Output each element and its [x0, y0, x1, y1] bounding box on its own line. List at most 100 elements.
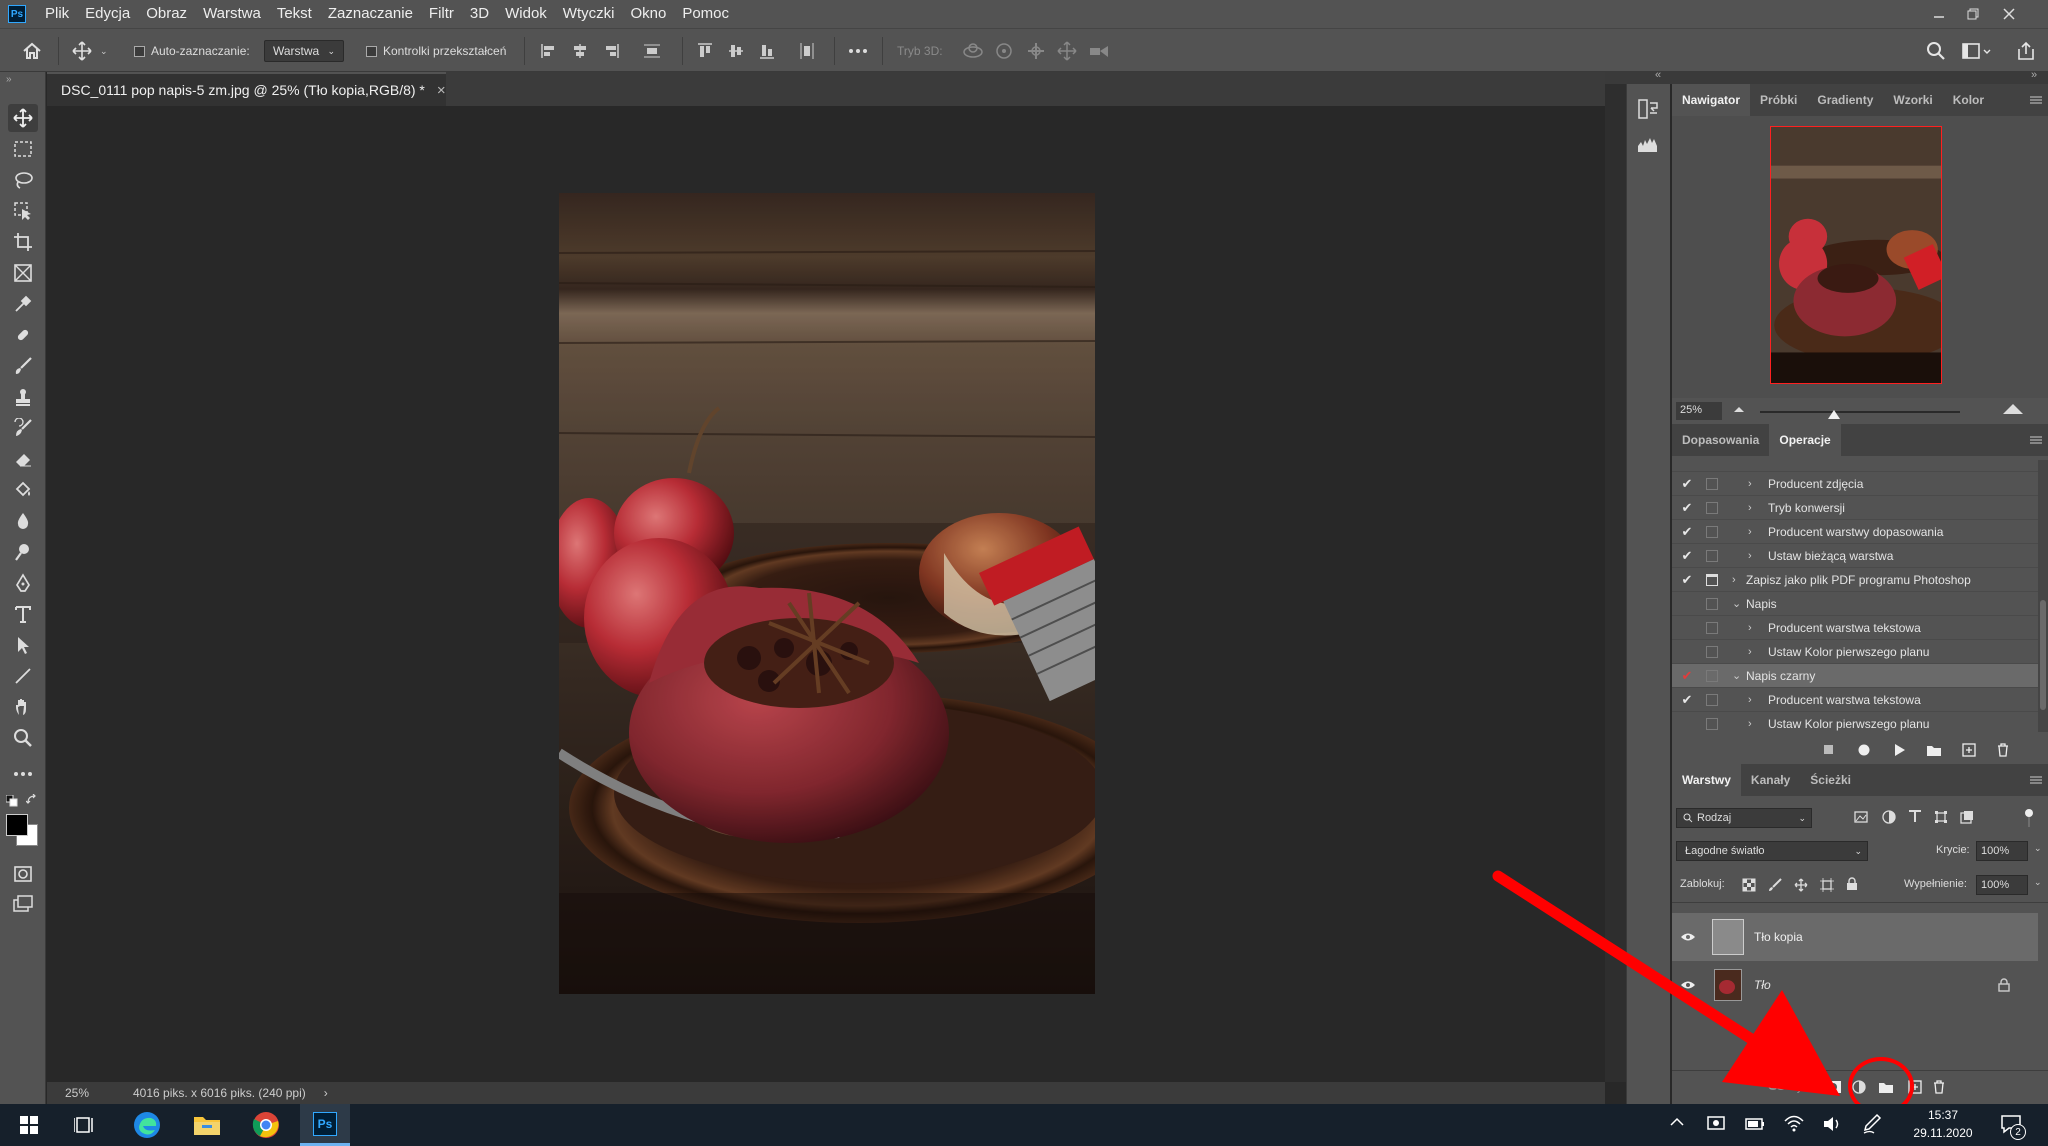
- history-panel-icon[interactable]: [1637, 98, 1659, 120]
- record-icon[interactable]: [1858, 744, 1870, 756]
- filter-shape-icon[interactable]: [1934, 810, 1948, 824]
- clone-stamp-tool-icon[interactable]: [8, 383, 38, 411]
- crop-tool-icon[interactable]: [8, 228, 38, 256]
- chevron-right-icon[interactable]: ›: [1748, 478, 1752, 490]
- chevron-right-icon[interactable]: ›: [1748, 550, 1752, 562]
- pen-tray-icon[interactable]: [1862, 1113, 1882, 1135]
- move-tool-preset-icon[interactable]: ⌄: [72, 29, 108, 73]
- tab-warstwy[interactable]: Warstwy: [1672, 764, 1741, 796]
- brush-tool-icon[interactable]: [8, 352, 38, 380]
- more-options-icon[interactable]: [848, 29, 868, 73]
- dialog-toggle-box[interactable]: [1706, 525, 1718, 538]
- stop-icon[interactable]: [1824, 745, 1834, 755]
- delete-layer-icon[interactable]: [1932, 1080, 1946, 1094]
- dialog-toggle-box[interactable]: [1706, 717, 1718, 730]
- edge-browser-icon[interactable]: [122, 1104, 172, 1146]
- new-action-icon[interactable]: [1962, 743, 1976, 757]
- operation-row[interactable]: ✔ › Producent warstwa tekstowa: [1672, 688, 2038, 712]
- zoom-in-icon[interactable]: [2002, 402, 2024, 416]
- play-icon[interactable]: [1894, 744, 1906, 756]
- operation-row[interactable]: ✔ › Zapisz jako plik PDF programu Photosho…: [1672, 568, 2038, 592]
- chevron-right-icon[interactable]: ›: [1748, 718, 1752, 730]
- hand-tool-icon[interactable]: [8, 693, 38, 721]
- blur-tool-icon[interactable]: [8, 507, 38, 535]
- filter-type-icon[interactable]: [1908, 809, 1922, 823]
- tab-kanaly[interactable]: Kanały: [1741, 764, 1800, 796]
- operation-enabled-checkmark[interactable]: ✔: [1680, 476, 1694, 492]
- operation-row[interactable]: › Ustaw Kolor pierwszego planu: [1672, 712, 2038, 732]
- zoom-tool-icon[interactable]: [8, 724, 38, 752]
- fill-chevron-icon[interactable]: ⌄: [2034, 877, 2042, 888]
- align-middle-v-icon[interactable]: [727, 29, 745, 73]
- wifi-icon[interactable]: [1784, 1114, 1804, 1132]
- minimize-icon[interactable]: [1922, 0, 1956, 28]
- zoom-out-icon[interactable]: [1732, 404, 1746, 414]
- operation-row[interactable]: ✔ ⌄ Napis czarny: [1672, 664, 2038, 688]
- distribute-v-icon[interactable]: [798, 29, 816, 73]
- path-selection-tool-icon[interactable]: [8, 631, 38, 659]
- operation-row[interactable]: › Producent warstwa tekstowa: [1672, 616, 2038, 640]
- layers-menu-icon[interactable]: [2030, 764, 2042, 796]
- dialog-toggle-box[interactable]: [1706, 693, 1718, 706]
- navigator-menu-icon[interactable]: [2030, 84, 2042, 116]
- chevron-right-icon[interactable]: ›: [1748, 502, 1752, 514]
- auto-select-dropdown[interactable]: Warstwa ⌄: [264, 40, 344, 62]
- operation-enabled-checkmark[interactable]: ✔: [1680, 524, 1694, 540]
- close-icon[interactable]: [1992, 0, 2026, 28]
- operation-row[interactable]: ⌄ Napis: [1672, 592, 2038, 616]
- battery-icon[interactable]: [1744, 1116, 1766, 1132]
- operation-enabled-checkmark[interactable]: ✔: [1680, 692, 1694, 708]
- menu-warstwa[interactable]: Warstwa: [196, 0, 270, 28]
- operation-row[interactable]: ✔ › Producent zdjęcia: [1672, 472, 2038, 496]
- chevron-right-icon[interactable]: ›: [1748, 646, 1752, 658]
- menu-tekst[interactable]: Tekst: [270, 0, 321, 28]
- taskbar-date[interactable]: 29.11.2020: [1900, 1126, 1986, 1140]
- object-selection-tool-icon[interactable]: [8, 197, 38, 225]
- document-tab[interactable]: DSC_0111 pop napis-5 zm.jpg @ 25% (Tło k…: [47, 72, 446, 106]
- navigator-zoom-input[interactable]: 25%: [1676, 402, 1722, 420]
- chevron-right-icon[interactable]: ›: [1748, 694, 1752, 706]
- menu-3d[interactable]: 3D: [463, 0, 498, 28]
- paint-bucket-tool-icon[interactable]: [8, 476, 38, 504]
- menu-zaznaczanie[interactable]: Zaznaczanie: [321, 0, 422, 28]
- tab-wzorki[interactable]: Wzorki: [1883, 84, 1942, 116]
- default-colors-icon[interactable]: [6, 795, 18, 807]
- dialog-toggle-box[interactable]: [1706, 501, 1718, 514]
- taskbar-time[interactable]: 15:37: [1900, 1108, 1986, 1122]
- tray-app-icon[interactable]: [1706, 1114, 1726, 1134]
- eraser-tool-icon[interactable]: [8, 445, 38, 473]
- collapse-dock-icon[interactable]: «: [1655, 69, 1661, 81]
- transform-controls-checkbox[interactable]: [366, 45, 377, 57]
- dialog-toggle-box[interactable]: [1706, 597, 1718, 610]
- tab-nawigator[interactable]: Nawigator: [1672, 84, 1751, 116]
- photoshop-taskbar-icon[interactable]: Ps: [300, 1104, 350, 1146]
- share-icon[interactable]: [2016, 29, 2036, 73]
- filter-smart-object-icon[interactable]: [1960, 810, 1974, 824]
- align-left-icon[interactable]: [540, 29, 558, 73]
- delete-action-icon[interactable]: [1996, 743, 2010, 757]
- menu-edycja[interactable]: Edycja: [78, 0, 139, 28]
- chevron-right-icon[interactable]: ›: [1748, 526, 1752, 538]
- navigator-thumbnail[interactable]: [1770, 126, 1942, 384]
- operation-enabled-checkmark[interactable]: ✔: [1680, 668, 1694, 684]
- menu-filtr[interactable]: Filtr: [422, 0, 463, 28]
- navigator-zoom-slider[interactable]: [1760, 411, 1960, 413]
- file-explorer-icon[interactable]: [182, 1104, 232, 1146]
- chevron-down-icon[interactable]: ⌄: [1732, 597, 1741, 610]
- windows-start-icon[interactable]: [4, 1104, 54, 1146]
- dialog-toggle-box[interactable]: [1706, 549, 1718, 562]
- align-bottom-icon[interactable]: [758, 29, 776, 73]
- dialog-toggle-box[interactable]: [1706, 477, 1718, 490]
- move-tool-icon[interactable]: [8, 104, 38, 132]
- photoshop-logo[interactable]: Ps: [8, 5, 26, 23]
- align-right-icon[interactable]: [602, 29, 620, 73]
- home-icon[interactable]: [22, 29, 42, 73]
- expand-dock-icon[interactable]: »: [2031, 69, 2037, 81]
- quick-mask-icon[interactable]: [8, 860, 38, 888]
- operation-row[interactable]: › Ustaw Kolor pierwszego planu: [1672, 640, 2038, 664]
- dialog-toggle-box[interactable]: [1706, 645, 1718, 658]
- close-tab-icon[interactable]: ×: [437, 82, 446, 99]
- swap-colors-icon[interactable]: [26, 794, 38, 806]
- auto-select-checkbox[interactable]: [134, 45, 145, 57]
- chevron-right-icon[interactable]: ›: [1732, 574, 1736, 586]
